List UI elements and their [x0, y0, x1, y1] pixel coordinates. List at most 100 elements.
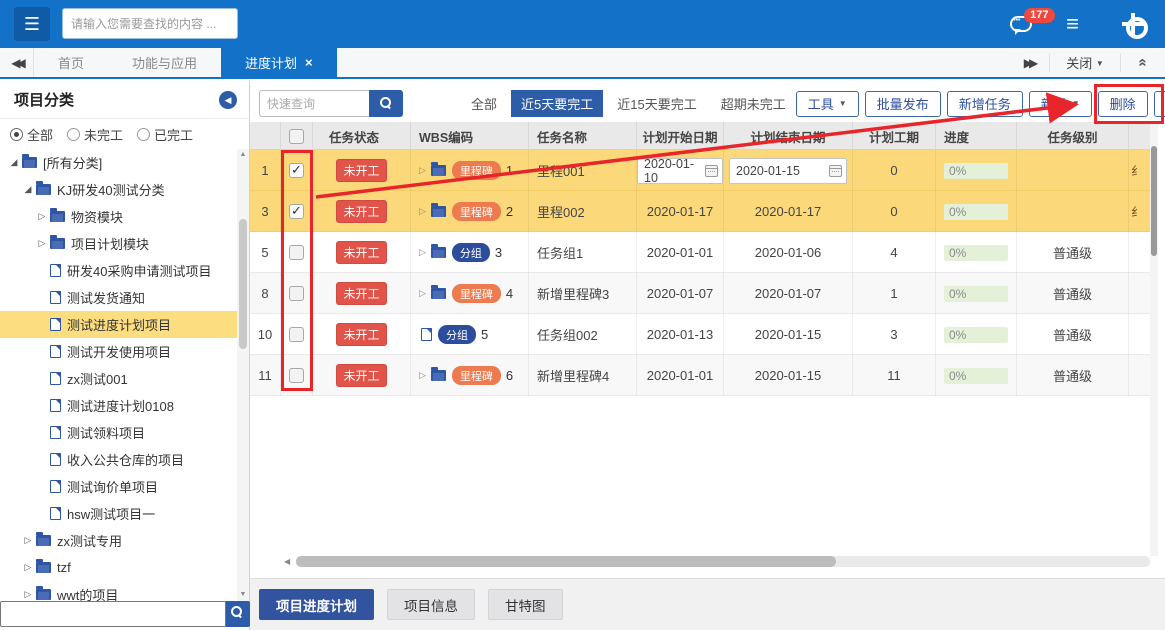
close-tabs-dropdown[interactable]: 关闭 ▼ — [1050, 53, 1120, 72]
task-name-cell[interactable]: 任务组1 — [529, 232, 637, 273]
caret-collapsed-icon[interactable]: ▷ — [22, 562, 34, 573]
select-all-checkbox[interactable] — [289, 129, 304, 144]
expand-caret-icon[interactable]: ▷ — [419, 247, 426, 258]
tree-item[interactable]: 研发40采购申请测试项目 — [0, 257, 238, 284]
radio-已完工[interactable]: 已完工 — [137, 125, 193, 144]
caret-collapsed-icon[interactable]: ▷ — [22, 535, 34, 546]
row-checkbox[interactable] — [289, 368, 304, 383]
progress-bar: 0% — [944, 368, 1008, 384]
row-checkbox[interactable] — [289, 204, 304, 219]
scroll-left-icon[interactable]: ◀ — [284, 557, 296, 566]
column-header-level[interactable]: 任务级别 — [1017, 122, 1129, 150]
filter-超期未完工[interactable]: 超期未完工 — [711, 90, 796, 117]
quick-search-button[interactable] — [369, 90, 403, 117]
tree-item[interactable]: 测试进度计划项目 — [0, 311, 238, 338]
collapse-up-icon[interactable]: « — [1121, 54, 1165, 71]
bottom-tab-项目信息[interactable]: 项目信息 — [387, 589, 475, 620]
tree-item[interactable]: 测试进度计划0108 — [0, 392, 238, 419]
column-header-duration[interactable]: 计划工期 — [853, 122, 936, 150]
tree-item[interactable]: ▷物资模块 — [0, 203, 238, 230]
tree-item[interactable]: 测试开发使用项目 — [0, 338, 238, 365]
button-工具[interactable]: 工具▼ — [796, 91, 859, 117]
tree-search-input[interactable] — [0, 601, 226, 627]
expand-caret-icon[interactable]: ▷ — [419, 206, 426, 217]
tree-item[interactable]: ▷tzf — [0, 554, 238, 581]
tree-item[interactable]: zx测试001 — [0, 365, 238, 392]
task-name-cell[interactable]: 新增里程碑3 — [529, 273, 637, 314]
vertical-scroll-thumb[interactable] — [1151, 146, 1157, 256]
tab-close-icon[interactable]: × — [305, 55, 313, 70]
caret-collapsed-icon[interactable]: ▷ — [22, 589, 34, 600]
caret-expanded-icon[interactable]: ◢ — [22, 184, 34, 195]
quick-search-input[interactable] — [259, 90, 369, 117]
tree-item[interactable]: ▷项目计划模块 — [0, 230, 238, 257]
filter-近5天要完工[interactable]: 近5天要完工 — [511, 90, 603, 117]
task-name-cell[interactable]: 里程001 — [529, 150, 637, 191]
calendar-icon[interactable] — [705, 165, 718, 177]
tree-search-button[interactable] — [226, 601, 250, 627]
table-vertical-scrollbar[interactable] — [1150, 122, 1158, 556]
column-header-wbs[interactable]: WBS编码 — [411, 122, 529, 150]
caret-expanded-icon[interactable]: ◢ — [8, 157, 20, 168]
bottom-tab-甘特图[interactable]: 甘特图 — [488, 589, 563, 620]
button-删除[interactable]: 删除 — [1098, 91, 1148, 117]
tabs-scroll-right-icon[interactable]: ▶▶ — [1009, 56, 1049, 70]
column-header-name[interactable]: 任务名称 — [529, 122, 637, 150]
notifications-button[interactable]: 177 — [1010, 16, 1032, 32]
list-menu-icon[interactable]: ≡ — [1066, 14, 1079, 34]
button-新增[interactable]: 新增▼ — [1029, 91, 1092, 117]
tab-active[interactable]: 进度计划× — [221, 48, 337, 77]
row-checkbox[interactable] — [289, 286, 304, 301]
tree-item[interactable]: ◢KJ研发40测试分类 — [0, 176, 238, 203]
expand-caret-icon[interactable]: ▷ — [419, 370, 426, 381]
task-name-cell[interactable]: 新增里程碑4 — [529, 355, 637, 396]
menu-toggle-button[interactable]: ☰ — [14, 7, 50, 41]
tab-item[interactable]: 首页 — [34, 48, 108, 77]
gear-icon[interactable] — [1123, 14, 1143, 34]
tabs-scroll-left-icon[interactable]: ◀◀ — [0, 48, 34, 77]
radio-全部[interactable]: 全部 — [10, 125, 53, 144]
end-date-input[interactable]: 2020-01-15 — [729, 158, 847, 184]
task-name-cell[interactable]: 里程002 — [529, 191, 637, 232]
caret-collapsed-icon[interactable]: ▷ — [36, 238, 48, 249]
row-checkbox[interactable] — [289, 327, 304, 342]
sidebar-scrollbar[interactable]: ▲ ▼ — [237, 149, 249, 601]
filter-全部[interactable]: 全部 — [461, 90, 507, 117]
filter-近15天要完工[interactable]: 近15天要完工 — [607, 90, 706, 117]
tree-item[interactable]: ◢[所有分类] — [0, 149, 238, 176]
row-checkbox[interactable] — [289, 163, 304, 178]
column-header-end[interactable]: 计划结束日期 — [724, 122, 853, 150]
tree-item[interactable]: 测试发货通知 — [0, 284, 238, 311]
tree-item[interactable]: ▷zx测试专用 — [0, 527, 238, 554]
caret-collapsed-icon[interactable]: ▷ — [36, 211, 48, 222]
tree-item[interactable]: 测试询价单项目 — [0, 473, 238, 500]
button-批量发布[interactable]: 批量发布 — [865, 91, 941, 117]
tree-item[interactable]: ▷wwt的项目 — [0, 581, 238, 601]
column-header-progress[interactable]: 进度 — [936, 122, 1017, 150]
sidebar-scroll-thumb[interactable] — [239, 219, 247, 349]
global-search-input[interactable] — [62, 8, 238, 39]
scroll-up-icon[interactable]: ▲ — [237, 149, 249, 161]
scroll-down-icon[interactable]: ▼ — [237, 589, 249, 601]
button-新增任务[interactable]: 新增任务 — [947, 91, 1023, 117]
expand-caret-icon[interactable]: ▷ — [419, 288, 426, 299]
tree-item[interactable]: 收入公共仓库的项目 — [0, 446, 238, 473]
calendar-icon[interactable] — [829, 165, 842, 177]
table-horizontal-scrollbar[interactable]: ◀ — [284, 555, 1150, 568]
tree-item-label: 测试开发使用项目 — [67, 342, 171, 361]
tree-item[interactable]: 测试领料项目 — [0, 419, 238, 446]
tree-item[interactable]: hsw测试项目一 — [0, 500, 238, 527]
task-name-cell[interactable]: 任务组002 — [529, 314, 637, 355]
sidebar-collapse-button[interactable]: ◀ — [219, 91, 237, 109]
status-badge: 未开工 — [336, 241, 386, 264]
radio-未完工[interactable]: 未完工 — [67, 125, 123, 144]
expand-caret-icon[interactable]: ▷ — [419, 165, 426, 176]
button-批量保存[interactable]: 批量保存 — [1154, 91, 1165, 117]
start-date-input[interactable]: 2020-01-10 — [637, 158, 723, 184]
horizontal-scroll-thumb[interactable] — [296, 556, 836, 567]
tab-item[interactable]: 功能与应用 — [108, 48, 221, 77]
column-header-start[interactable]: 计划开始日期 — [637, 122, 724, 150]
row-checkbox[interactable] — [289, 245, 304, 260]
column-header-status[interactable]: 任务状态 — [313, 122, 411, 150]
bottom-tab-项目进度计划[interactable]: 项目进度计划 — [259, 589, 374, 620]
